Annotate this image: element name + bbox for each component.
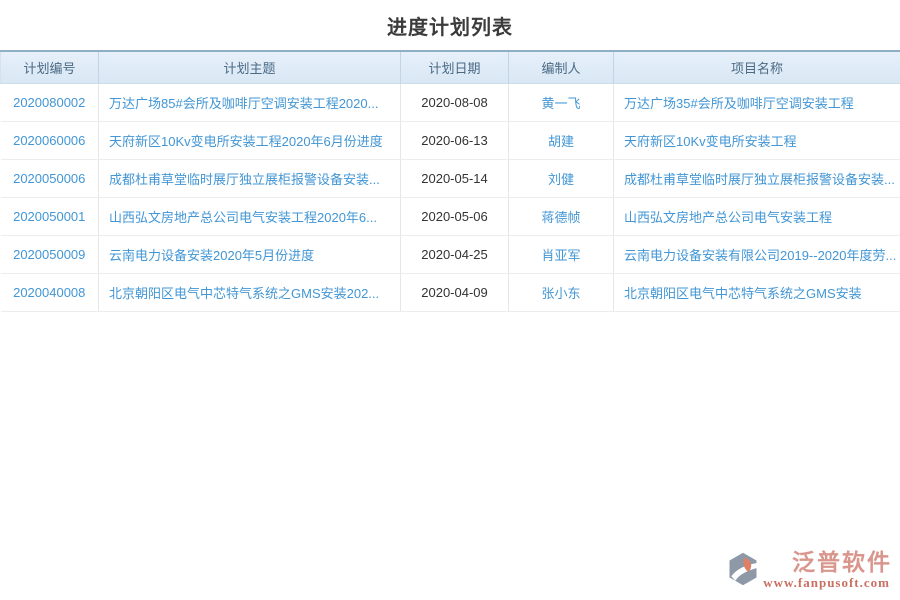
vendor-url: www.fanpusoft.com bbox=[763, 575, 890, 591]
table-body: 2020080002 万达广场85#会所及咖啡厅空调安装工程2020... 20… bbox=[1, 84, 900, 312]
project-name-link[interactable]: 云南电力设备安装有限公司2019--2020年度劳... bbox=[614, 236, 900, 274]
plan-no-link[interactable]: 2020040008 bbox=[1, 274, 99, 312]
table-row: 2020050001 山西弘文房地产总公司电气安装工程2020年6... 202… bbox=[1, 198, 900, 236]
progress-plan-table: 计划编号 计划主题 计划日期 编制人 项目名称 2020080002 万达广场8… bbox=[0, 50, 900, 312]
author-link[interactable]: 张小东 bbox=[509, 274, 614, 312]
plan-no-link[interactable]: 2020050001 bbox=[1, 198, 99, 236]
table-row: 2020040008 北京朝阳区电气中芯特气系统之GMS安装202... 202… bbox=[1, 274, 900, 312]
plan-date: 2020-04-25 bbox=[401, 236, 509, 274]
project-name-link[interactable]: 山西弘文房地产总公司电气安装工程 bbox=[614, 198, 900, 236]
plan-subject-link[interactable]: 天府新区10Kv变电所安装工程2020年6月份进度 bbox=[99, 122, 401, 160]
table-header-row: 计划编号 计划主题 计划日期 编制人 项目名称 bbox=[1, 51, 900, 84]
project-name-link[interactable]: 天府新区10Kv变电所安装工程 bbox=[614, 122, 900, 160]
vendor-brand-name: 泛普软件 bbox=[792, 549, 892, 575]
author-link[interactable]: 刘健 bbox=[509, 160, 614, 198]
column-header-date: 计划日期 bbox=[401, 51, 509, 84]
plan-subject-link[interactable]: 万达广场85#会所及咖啡厅空调安装工程2020... bbox=[99, 84, 401, 122]
table-row: 2020050009 云南电力设备安装2020年5月份进度 2020-04-25… bbox=[1, 236, 900, 274]
table-row: 2020080002 万达广场85#会所及咖啡厅空调安装工程2020... 20… bbox=[1, 84, 900, 122]
plan-date: 2020-08-08 bbox=[401, 84, 509, 122]
fanpu-logo-icon bbox=[725, 551, 761, 592]
plan-no-link[interactable]: 2020080002 bbox=[1, 84, 99, 122]
plan-subject-link[interactable]: 成都杜甫草堂临时展厅独立展柜报警设备安装... bbox=[99, 160, 401, 198]
plan-subject-link[interactable]: 云南电力设备安装2020年5月份进度 bbox=[99, 236, 401, 274]
project-name-link[interactable]: 北京朝阳区电气中芯特气系统之GMS安装 bbox=[614, 274, 900, 312]
plan-date: 2020-06-13 bbox=[401, 122, 509, 160]
vendor-watermark: 泛普软件 www.fanpusoft.com bbox=[725, 549, 892, 592]
project-name-link[interactable]: 成都杜甫草堂临时展厅独立展柜报警设备安装... bbox=[614, 160, 900, 198]
column-header-project: 项目名称 bbox=[614, 51, 900, 84]
column-header-subject: 计划主题 bbox=[99, 51, 401, 84]
author-link[interactable]: 肖亚军 bbox=[509, 236, 614, 274]
page-title: 进度计划列表 bbox=[0, 0, 900, 50]
author-link[interactable]: 黄一飞 bbox=[509, 84, 614, 122]
author-link[interactable]: 蒋德帧 bbox=[509, 198, 614, 236]
plan-date: 2020-05-06 bbox=[401, 198, 509, 236]
project-name-link[interactable]: 万达广场35#会所及咖啡厅空调安装工程 bbox=[614, 84, 900, 122]
column-header-author: 编制人 bbox=[509, 51, 614, 84]
plan-date: 2020-04-09 bbox=[401, 274, 509, 312]
plan-no-link[interactable]: 2020050009 bbox=[1, 236, 99, 274]
author-link[interactable]: 胡建 bbox=[509, 122, 614, 160]
plan-no-link[interactable]: 2020060006 bbox=[1, 122, 99, 160]
plan-no-link[interactable]: 2020050006 bbox=[1, 160, 99, 198]
plan-date: 2020-05-14 bbox=[401, 160, 509, 198]
plan-subject-link[interactable]: 山西弘文房地产总公司电气安装工程2020年6... bbox=[99, 198, 401, 236]
table-row: 2020050006 成都杜甫草堂临时展厅独立展柜报警设备安装... 2020-… bbox=[1, 160, 900, 198]
column-header-plan-no: 计划编号 bbox=[1, 51, 99, 84]
table-row: 2020060006 天府新区10Kv变电所安装工程2020年6月份进度 202… bbox=[1, 122, 900, 160]
plan-subject-link[interactable]: 北京朝阳区电气中芯特气系统之GMS安装202... bbox=[99, 274, 401, 312]
